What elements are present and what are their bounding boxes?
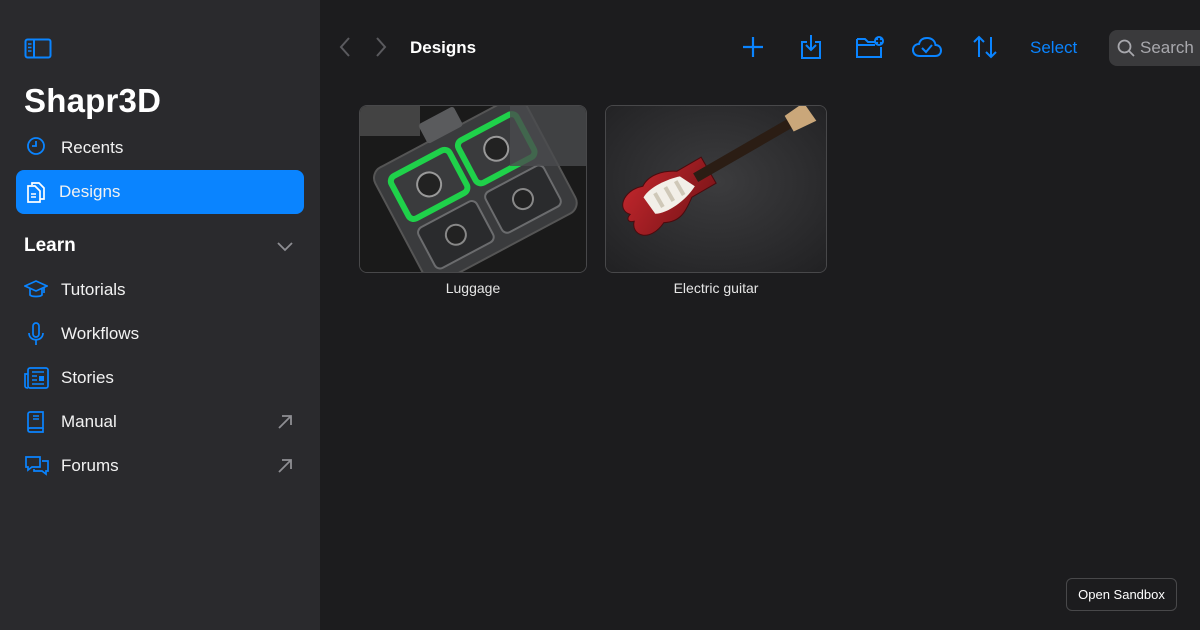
cloud-check-icon — [911, 36, 943, 63]
forward-button[interactable] — [366, 34, 396, 64]
open-sandbox-button[interactable]: Open Sandbox — [1066, 578, 1177, 611]
import-button[interactable] — [796, 34, 826, 64]
sidebar-item-stories[interactable]: Stories — [16, 356, 304, 400]
microphone-icon — [24, 322, 48, 346]
sidebar-item-workflows[interactable]: Workflows — [16, 312, 304, 356]
sidebar-item-forums[interactable]: Forums — [16, 444, 304, 488]
external-link-arrow-icon — [276, 457, 294, 475]
search-icon — [1117, 39, 1135, 57]
design-name: Luggage — [445, 280, 501, 296]
clock-icon — [24, 136, 48, 160]
section-title: Learn — [24, 235, 76, 256]
design-name: Electric guitar — [673, 280, 759, 296]
page-title: Designs — [410, 38, 477, 57]
sidebar-item-label: Stories — [61, 368, 114, 387]
sidebar-item-manual[interactable]: Manual — [16, 400, 304, 444]
cloud-sync-button[interactable] — [911, 34, 943, 64]
sidebar-toggle-icon[interactable] — [24, 38, 52, 60]
select-button[interactable]: Select — [1030, 38, 1077, 58]
sidebar-item-tutorials[interactable]: Tutorials — [16, 268, 304, 312]
newspaper-icon — [24, 366, 49, 390]
graduation-cap-icon — [22, 278, 50, 302]
design-card-electric-guitar[interactable]: Electric guitar — [605, 105, 827, 296]
sidebar-item-label: Tutorials — [61, 280, 126, 299]
design-thumbnail — [359, 105, 587, 273]
sidebar-item-label: Recents — [61, 138, 124, 157]
chevron-down-icon — [276, 237, 294, 255]
sidebar-item-label: Manual — [61, 412, 117, 431]
external-link-arrow-icon — [276, 413, 294, 431]
search-placeholder: Search — [1140, 38, 1194, 57]
new-folder-button[interactable] — [855, 34, 885, 64]
chat-bubbles-icon — [24, 454, 49, 478]
sidebar-item-recents[interactable]: Recents — [16, 126, 304, 170]
sidebar-item-designs[interactable]: Designs — [16, 170, 304, 214]
back-chevron-icon — [338, 36, 352, 63]
search-input[interactable]: Search — [1109, 30, 1200, 66]
plus-icon — [742, 36, 764, 63]
sidebar-item-label: Forums — [61, 456, 119, 475]
design-card-luggage[interactable]: Luggage — [359, 105, 587, 296]
new-design-button[interactable] — [738, 34, 768, 64]
design-thumbnail — [605, 105, 827, 273]
learn-section-header[interactable]: Learn — [16, 224, 304, 268]
back-button[interactable] — [330, 34, 360, 64]
sidebar: Shapr3D Recents Designs Learn Tutorials … — [0, 0, 320, 630]
documents-icon — [24, 180, 48, 204]
sort-button[interactable] — [970, 34, 1000, 64]
forward-chevron-icon — [374, 36, 388, 63]
app-brand: Shapr3D — [24, 82, 162, 119]
book-icon — [24, 410, 48, 434]
import-icon — [799, 34, 823, 65]
sidebar-item-label: Workflows — [61, 324, 140, 343]
main-content: Designs Select Search Luggage Electric g… — [320, 0, 1200, 630]
new-folder-icon — [855, 35, 885, 64]
sort-icon — [972, 35, 998, 64]
sidebar-item-label: Designs — [59, 182, 121, 201]
